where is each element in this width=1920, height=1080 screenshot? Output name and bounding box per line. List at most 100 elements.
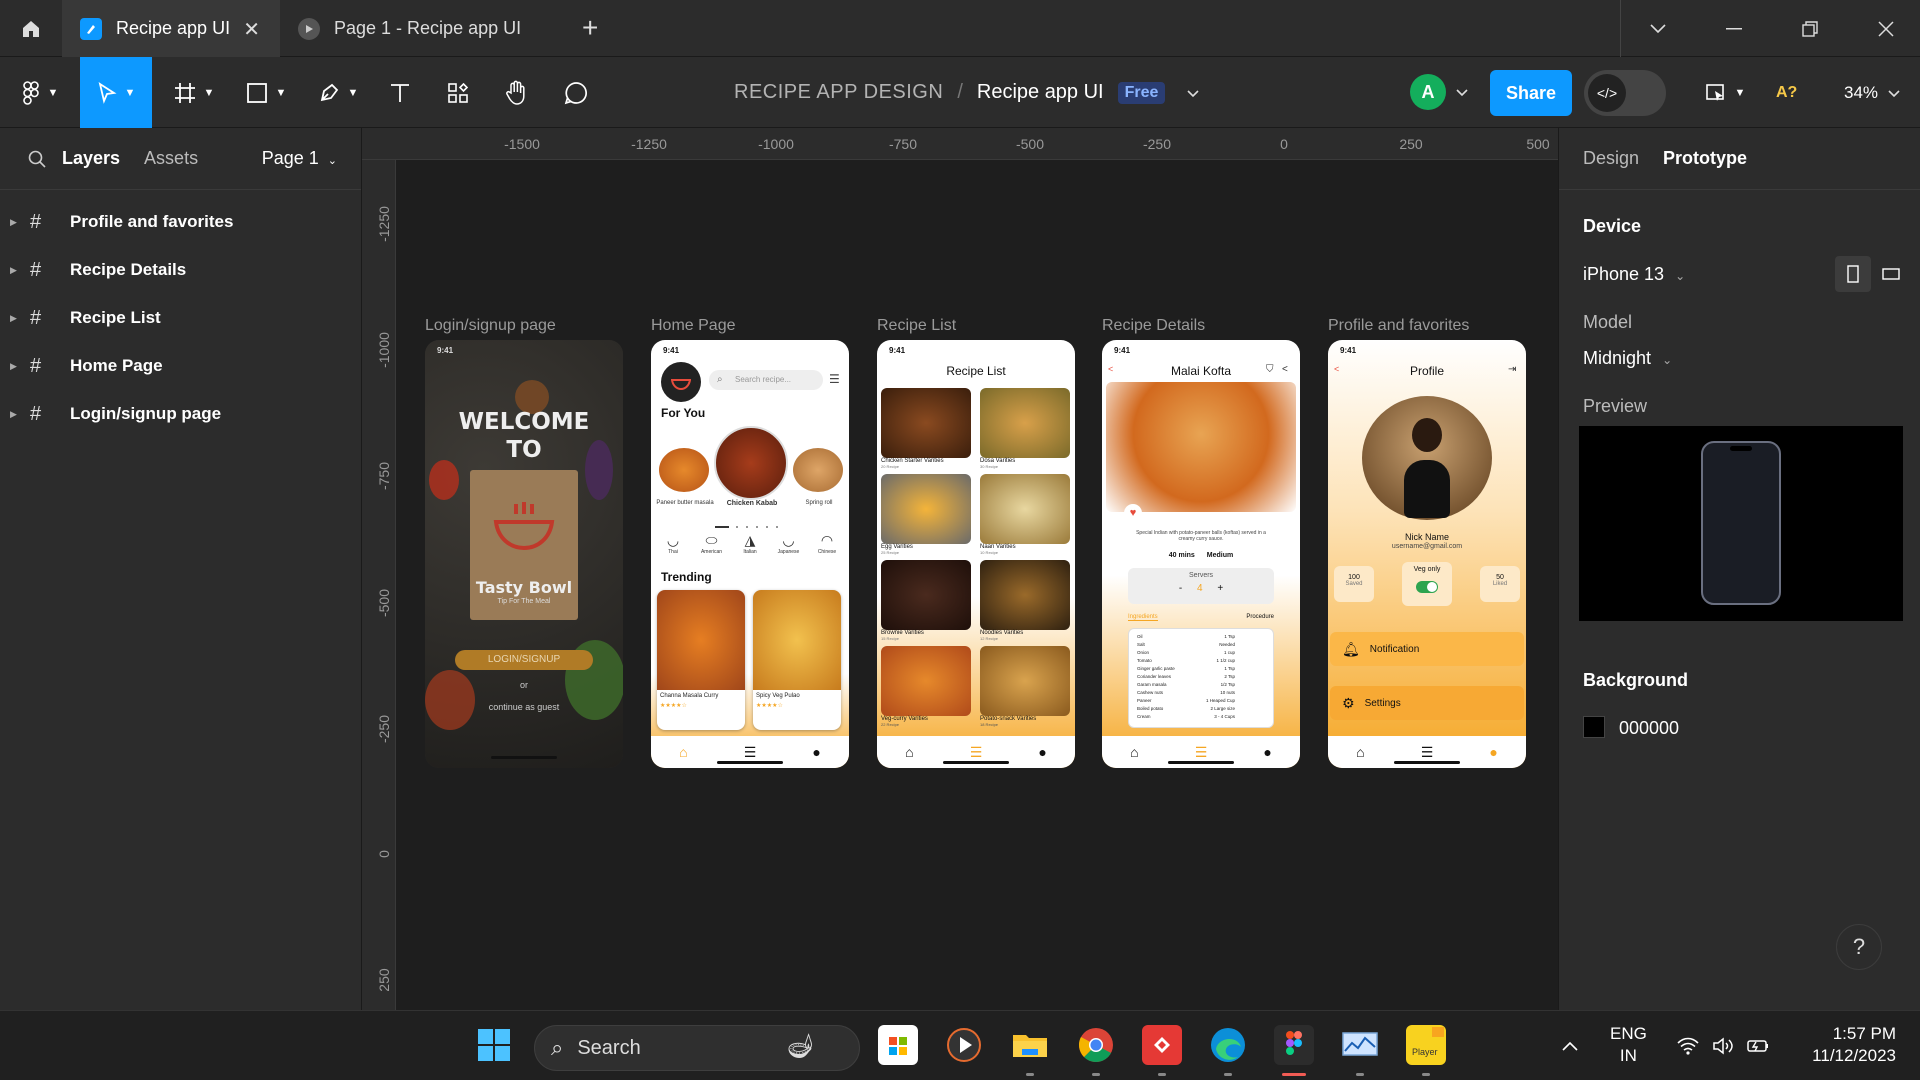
background-color-value[interactable]: 000000 xyxy=(1619,718,1679,739)
list-icon[interactable]: ☰ xyxy=(970,744,983,761)
expand-arrow-icon[interactable]: ▶ xyxy=(10,361,24,372)
search-icon[interactable] xyxy=(28,150,46,168)
recipe-card[interactable]: Potato-snack Varities 18 Recipe xyxy=(980,646,1070,727)
trending-card[interactable]: Spicy Veg Pulao ★★★★☆ xyxy=(753,590,841,730)
language-indicator[interactable]: ENG IN xyxy=(1610,1023,1647,1067)
layer-recipe-details[interactable]: ▶ # Recipe Details xyxy=(0,246,361,294)
servers-plus-button[interactable]: + xyxy=(1217,583,1223,594)
veg-only-toggle[interactable] xyxy=(1416,581,1438,593)
portrait-orientation-button[interactable] xyxy=(1835,256,1871,292)
layer-recipe-list[interactable]: ▶ # Recipe List xyxy=(0,294,361,342)
project-name[interactable]: RECIPE APP DESIGN xyxy=(734,81,943,104)
frame-label-home[interactable]: Home Page xyxy=(651,317,736,335)
frame-recipe-details[interactable]: 9:41 < Malai Kofta ⛉ < ♥ Special Indian … xyxy=(1102,340,1300,768)
saved-stat[interactable]: 100 Saved xyxy=(1334,566,1374,602)
device-select[interactable]: iPhone 13 ⌄ xyxy=(1583,264,1685,285)
tab-design[interactable]: Design xyxy=(1583,148,1639,169)
plan-badge[interactable]: Free xyxy=(1117,81,1166,104)
chrome-icon[interactable] xyxy=(1076,1025,1116,1065)
category-italian[interactable]: ◮ Italian xyxy=(732,532,768,560)
landscape-orientation-button[interactable] xyxy=(1873,256,1909,292)
frame-home-page[interactable]: 9:41 Search recipe... ⌕ ☰ For You Paneer… xyxy=(651,340,849,768)
chicken-dish-image[interactable] xyxy=(714,426,788,500)
model-select[interactable]: Midnight ⌄ xyxy=(1583,348,1672,369)
help-button[interactable]: ? xyxy=(1836,924,1882,970)
paneer-dish-image[interactable] xyxy=(659,448,709,492)
bookmark-icon[interactable]: ⛉ xyxy=(1266,364,1274,375)
tab-ingredients[interactable]: Ingredients xyxy=(1128,614,1158,621)
chevron-down-icon[interactable] xyxy=(1452,57,1472,128)
shape-tool[interactable]: ▼ xyxy=(236,57,296,128)
list-icon[interactable]: ☰ xyxy=(744,744,757,761)
close-window-icon[interactable] xyxy=(1848,0,1920,57)
list-icon[interactable]: ☰ xyxy=(1421,744,1434,761)
tabs-dropdown-icon[interactable] xyxy=(1620,0,1696,57)
hand-tool[interactable] xyxy=(496,57,536,128)
recipe-card[interactable]: Brownie Varities 15 Recipe xyxy=(881,560,971,641)
expand-arrow-icon[interactable]: ▶ xyxy=(10,265,24,276)
servers-minus-button[interactable]: - xyxy=(1179,583,1182,594)
main-menu-button[interactable]: ▼ xyxy=(14,57,66,128)
recipe-card[interactable]: Egg Varities 25 Recipe xyxy=(881,474,971,555)
page-selector[interactable]: Page 1 ⌄ xyxy=(262,148,337,169)
present-button[interactable]: ▼ xyxy=(1700,57,1750,128)
filter-icon[interactable]: ☰ xyxy=(829,372,840,386)
expand-arrow-icon[interactable]: ▶ xyxy=(10,217,24,228)
background-color-swatch[interactable] xyxy=(1583,716,1605,738)
share-button[interactable]: Share xyxy=(1490,70,1572,116)
heart-icon[interactable]: ♥ xyxy=(1124,504,1142,522)
accessibility-check-button[interactable]: A? xyxy=(1776,57,1797,128)
profile-icon[interactable]: ● xyxy=(1038,744,1046,760)
file-name[interactable]: Recipe app UI xyxy=(977,81,1104,104)
search-input[interactable]: Search recipe... xyxy=(709,370,823,390)
login-signup-button[interactable]: LOGIN/SIGNUP xyxy=(455,650,593,670)
frame-login-signup[interactable]: 9:41 WELCOME TO Tasty Bowl Tip For The M… xyxy=(425,340,623,768)
tab-layers[interactable]: Layers xyxy=(62,148,120,169)
show-hidden-icons[interactable] xyxy=(1562,1011,1578,1080)
recipe-card[interactable]: Noodles Varities 12 Recipe xyxy=(980,560,1070,641)
recipe-card[interactable]: Chicken Starter Varities 20 Recipe xyxy=(881,388,971,469)
start-button[interactable] xyxy=(474,1025,514,1065)
taskbar-search[interactable]: ⌕ Search 🪔︎ xyxy=(534,1025,860,1071)
frame-label-recipe-list[interactable]: Recipe List xyxy=(877,317,956,335)
expand-arrow-icon[interactable]: ▶ xyxy=(10,313,24,324)
profile-avatar[interactable] xyxy=(1362,396,1492,520)
close-tab-icon[interactable]: ✕ xyxy=(243,17,260,42)
home-icon[interactable]: ⌂ xyxy=(1130,744,1138,760)
frame-profile-and-favorites[interactable]: 9:41 < Profile ⇥ Nick Name username@gmai… xyxy=(1328,340,1526,768)
home-icon[interactable]: ⌂ xyxy=(679,744,687,760)
resources-tool[interactable] xyxy=(438,57,478,128)
figma-taskbar-icon[interactable] xyxy=(1274,1025,1314,1065)
edge-icon[interactable] xyxy=(1208,1025,1248,1065)
move-tool[interactable]: ▼ xyxy=(80,57,152,128)
category-chinese[interactable]: ◠ Chinese xyxy=(809,532,845,560)
layer-login-signup-page[interactable]: ▶ # Login/signup page xyxy=(0,390,361,438)
dev-mode-toggle[interactable]: </> xyxy=(1584,70,1666,116)
continue-as-guest-link[interactable]: continue as guest xyxy=(425,702,623,712)
profile-icon[interactable]: ● xyxy=(1489,744,1497,760)
zoom-dropdown[interactable]: 34% xyxy=(1844,57,1900,128)
pen-tool[interactable]: ▼ xyxy=(308,57,368,128)
liked-stat[interactable]: 50 Liked xyxy=(1480,566,1520,602)
layer-profile-and-favorites[interactable]: ▶ # Profile and favorites xyxy=(0,198,361,246)
profile-icon[interactable]: ● xyxy=(1263,744,1271,760)
media-player-icon[interactable] xyxy=(944,1025,984,1065)
recipe-card[interactable]: Veg-curry Varities 22 Recipe xyxy=(881,646,971,727)
tab-procedure[interactable]: Procedure xyxy=(1246,614,1274,620)
monitor-app-icon[interactable] xyxy=(1340,1025,1380,1065)
trending-card[interactable]: Channa Masala Curry ★★★★☆ xyxy=(657,590,745,730)
anydesk-icon[interactable] xyxy=(1142,1025,1182,1065)
home-icon[interactable]: ⌂ xyxy=(1356,744,1364,760)
profile-icon[interactable]: ● xyxy=(812,744,820,760)
media-player-app-icon[interactable]: Player xyxy=(1406,1025,1446,1065)
system-tray[interactable] xyxy=(1676,1011,1770,1080)
expand-arrow-icon[interactable]: ▶ xyxy=(10,409,24,420)
layer-home-page[interactable]: ▶ # Home Page xyxy=(0,342,361,390)
frame-label-recipe-details[interactable]: Recipe Details xyxy=(1102,317,1205,335)
category-american[interactable]: ⬭ American xyxy=(694,532,730,560)
home-icon[interactable]: ⌂ xyxy=(905,744,913,760)
text-tool[interactable] xyxy=(380,57,420,128)
comment-tool[interactable] xyxy=(556,57,596,128)
frame-label-profile[interactable]: Profile and favorites xyxy=(1328,317,1469,335)
tab-page1[interactable]: Page 1 - Recipe app UI xyxy=(280,0,566,57)
